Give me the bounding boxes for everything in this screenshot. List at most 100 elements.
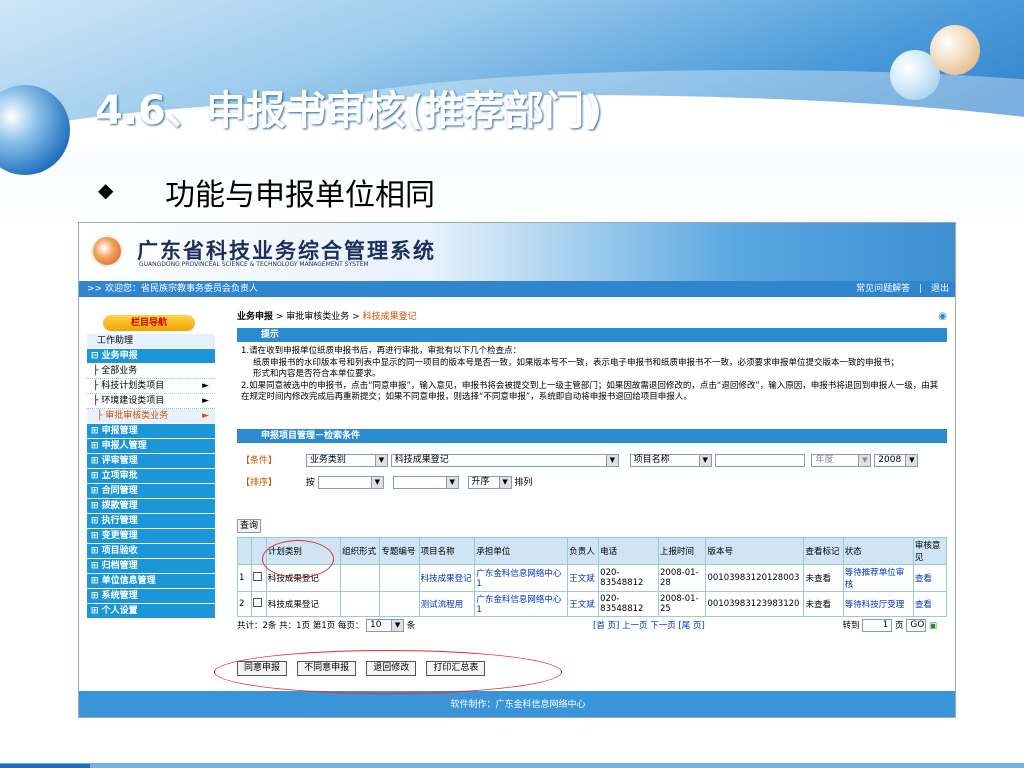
cell-project-name[interactable]: 测试流程用 bbox=[418, 591, 476, 617]
cell-person[interactable]: 王文斌 bbox=[567, 564, 600, 592]
table-header: 承担单位 bbox=[474, 537, 569, 565]
sidebar-item-label: ⊞ 单位信息管理 bbox=[91, 576, 156, 586]
cell-mark: 未查看 bbox=[803, 591, 844, 617]
table-header: 组织形式 bbox=[340, 537, 381, 565]
pager-nav[interactable]: [首 页] 上一页 下一页 [尾 页] bbox=[593, 619, 705, 631]
cell-org bbox=[340, 591, 381, 617]
cell-date: 2008-01-28 bbox=[658, 564, 707, 592]
pager: 共计：2条 共：1页 第1页 每页： 10 ▼ 条 [首 页] 上一页 下一页 [… bbox=[237, 619, 947, 633]
goto-page-input[interactable]: 1 bbox=[862, 619, 893, 632]
pager-summary: 共计：2条 共：1页 第1页 每页： bbox=[237, 621, 364, 631]
welcome-text: >> 欢迎您：省民族宗教事务委员会负责人 bbox=[87, 284, 258, 294]
cell-opinion[interactable]: 查看 bbox=[912, 591, 948, 617]
slide-bottom-line bbox=[0, 763, 1024, 768]
cell-status[interactable]: 等待科技厅受理 bbox=[842, 591, 914, 617]
goto-label: 转到 bbox=[842, 621, 860, 631]
sidebar-item-label: ├ 审批审核类业务 bbox=[97, 411, 169, 421]
cell-topic bbox=[379, 591, 420, 617]
go-button[interactable]: GO bbox=[906, 619, 927, 632]
sidebar-item[interactable]: ⊞ 变更管理 bbox=[87, 529, 215, 544]
cell-person[interactable]: 王文斌 bbox=[567, 591, 600, 617]
row-checkbox[interactable] bbox=[251, 591, 267, 617]
cell-topic bbox=[379, 564, 420, 592]
row-number: 1 bbox=[236, 564, 253, 592]
cell-unit[interactable]: 广东金科信息网络中心1 bbox=[474, 564, 569, 592]
sidebar-item[interactable]: ├ 环境建设类项目 ► bbox=[87, 394, 215, 409]
checkbox[interactable] bbox=[253, 572, 263, 581]
cell-org bbox=[340, 564, 381, 592]
sidebar-item[interactable]: ⊞ 申报管理 bbox=[87, 424, 215, 439]
sidebar-item[interactable]: ⊞ 合同管理 bbox=[87, 484, 215, 499]
table-header-row: 计划类别 组织形式 专题编号 项目名称 承担单位 负责人 电话 上报时间 版本号… bbox=[236, 537, 948, 565]
sidebar-item-label: ⊞ 合同管理 bbox=[91, 486, 138, 496]
sidebar-item-label: ⊞ 系统管理 bbox=[91, 591, 138, 601]
sidebar-item[interactable]: ├ 审批审核类业务 ► bbox=[87, 409, 215, 424]
results-table: 计划类别 组织形式 专题编号 项目名称 承担单位 负责人 电话 上报时间 版本号… bbox=[236, 537, 948, 617]
app-logo-icon bbox=[91, 235, 123, 267]
sidebar-item-label: ├ 科技计划类项目 bbox=[93, 381, 165, 391]
sidebar-item[interactable]: ⊞ 评审管理 bbox=[87, 454, 215, 469]
per-page-select[interactable]: 10 ▼ bbox=[366, 619, 405, 632]
table-header: 查看标记 bbox=[803, 537, 844, 565]
sidebar-item-label: ├ 全部业务 bbox=[93, 366, 138, 376]
sidebar-item[interactable]: ⊟ 业务申报 bbox=[87, 349, 215, 364]
highlight-oval-actions bbox=[214, 650, 562, 694]
cell-unit[interactable]: 广东金科信息网络中心1 bbox=[474, 591, 569, 617]
sidebar-item-label: ⊟ 业务申报 bbox=[91, 351, 138, 361]
table-header: 电话 bbox=[598, 537, 660, 565]
sidebar-item-label: ⊞ 个人设置 bbox=[91, 606, 138, 616]
row-checkbox[interactable] bbox=[251, 564, 267, 592]
sidebar-item-label: ├ 环境建设类项目 bbox=[93, 396, 165, 406]
sidebar-item[interactable]: ⊞ 执行管理 bbox=[87, 514, 215, 529]
table-header: 上报时间 bbox=[658, 537, 707, 565]
sidebar-item[interactable]: ⊞ 个人设置 bbox=[87, 604, 215, 619]
sidebar-item-label: ⊞ 申报管理 bbox=[91, 426, 138, 436]
query-button[interactable]: 查询 bbox=[237, 519, 261, 533]
sidebar-item-label: ⊞ 变更管理 bbox=[91, 531, 138, 541]
table-row: 2 科技成果登记 测试流程用 广东金科信息网络中心1 王文斌 020-83548812 20… bbox=[236, 591, 948, 617]
table-header: 状态 bbox=[842, 537, 914, 565]
sidebar-item-label: ⊞ 拨款管理 bbox=[91, 501, 138, 511]
table-header: 版本号 bbox=[705, 537, 805, 565]
sidebar-item-label: ⊞ 立项审批 bbox=[91, 471, 138, 481]
table-row: 1 科技成果登记 科技成果登记 广东金科信息网络中心1 王文斌 020-83548812 2… bbox=[236, 564, 948, 592]
table-header: 项目名称 bbox=[418, 537, 476, 565]
cell-phone: 020-83548812 bbox=[598, 591, 660, 617]
cell-date: 2008-01-25 bbox=[658, 591, 707, 617]
sidebar-item-label: ⊞ 执行管理 bbox=[91, 516, 138, 526]
sidebar-item[interactable]: ⊞ 归档管理 bbox=[87, 559, 215, 574]
cell-project-name[interactable]: 科技成果登记 bbox=[418, 564, 476, 592]
highlight-oval-category bbox=[262, 540, 334, 578]
checkbox[interactable] bbox=[253, 598, 263, 607]
table-header: 专题编号 bbox=[379, 537, 420, 565]
sidebar-item-label: ⊞ 项目验收 bbox=[91, 546, 138, 556]
app-footer: 软件制作：广东金科信息网络中心 bbox=[79, 691, 955, 717]
cell-status[interactable]: 等待推荐单位审核 bbox=[842, 564, 914, 592]
cell-mark: 未查看 bbox=[803, 564, 844, 592]
submenu-arrow-icon: ► bbox=[202, 396, 209, 406]
slide-bottom-accent bbox=[0, 764, 90, 768]
cell-opinion[interactable]: 查看 bbox=[912, 564, 948, 592]
sidebar-item[interactable]: ⊞ 单位信息管理 bbox=[87, 574, 215, 589]
export-icon[interactable]: ▣ bbox=[929, 621, 937, 631]
submenu-arrow-icon: ► bbox=[202, 381, 209, 391]
submenu-arrow-icon: ► bbox=[202, 411, 209, 421]
table-header bbox=[236, 537, 253, 565]
sidebar-item[interactable]: ⊞ 申报人管理 bbox=[87, 439, 215, 454]
goto-unit: 页 bbox=[895, 621, 904, 631]
cell-category: 科技成果登记 bbox=[265, 591, 342, 617]
sidebar-header: 栏目导航 bbox=[103, 315, 195, 331]
sidebar-item[interactable]: ⊞ 项目验收 bbox=[87, 544, 215, 559]
sidebar-item-label: 工作助理 bbox=[97, 336, 134, 346]
sidebar-item[interactable]: ⊞ 立项审批 bbox=[87, 469, 215, 484]
sidebar-item[interactable]: ├ 科技计划类项目 ► bbox=[87, 379, 215, 394]
sidebar-item[interactable]: ├ 全部业务 bbox=[87, 364, 215, 379]
cell-version: 00103983123983120 bbox=[705, 591, 805, 617]
sidebar-item[interactable]: ⊞ 拨款管理 bbox=[87, 499, 215, 514]
pager-unit: 条 bbox=[406, 621, 416, 631]
sidebar-item[interactable]: 工作助理 bbox=[87, 334, 215, 349]
row-number: 2 bbox=[236, 591, 253, 617]
slide-title: 4.6、申报书审核(推荐部门) bbox=[95, 88, 603, 134]
sidebar-item[interactable]: ⊞ 系统管理 bbox=[87, 589, 215, 604]
bullet-icon: ◆ bbox=[98, 178, 114, 202]
